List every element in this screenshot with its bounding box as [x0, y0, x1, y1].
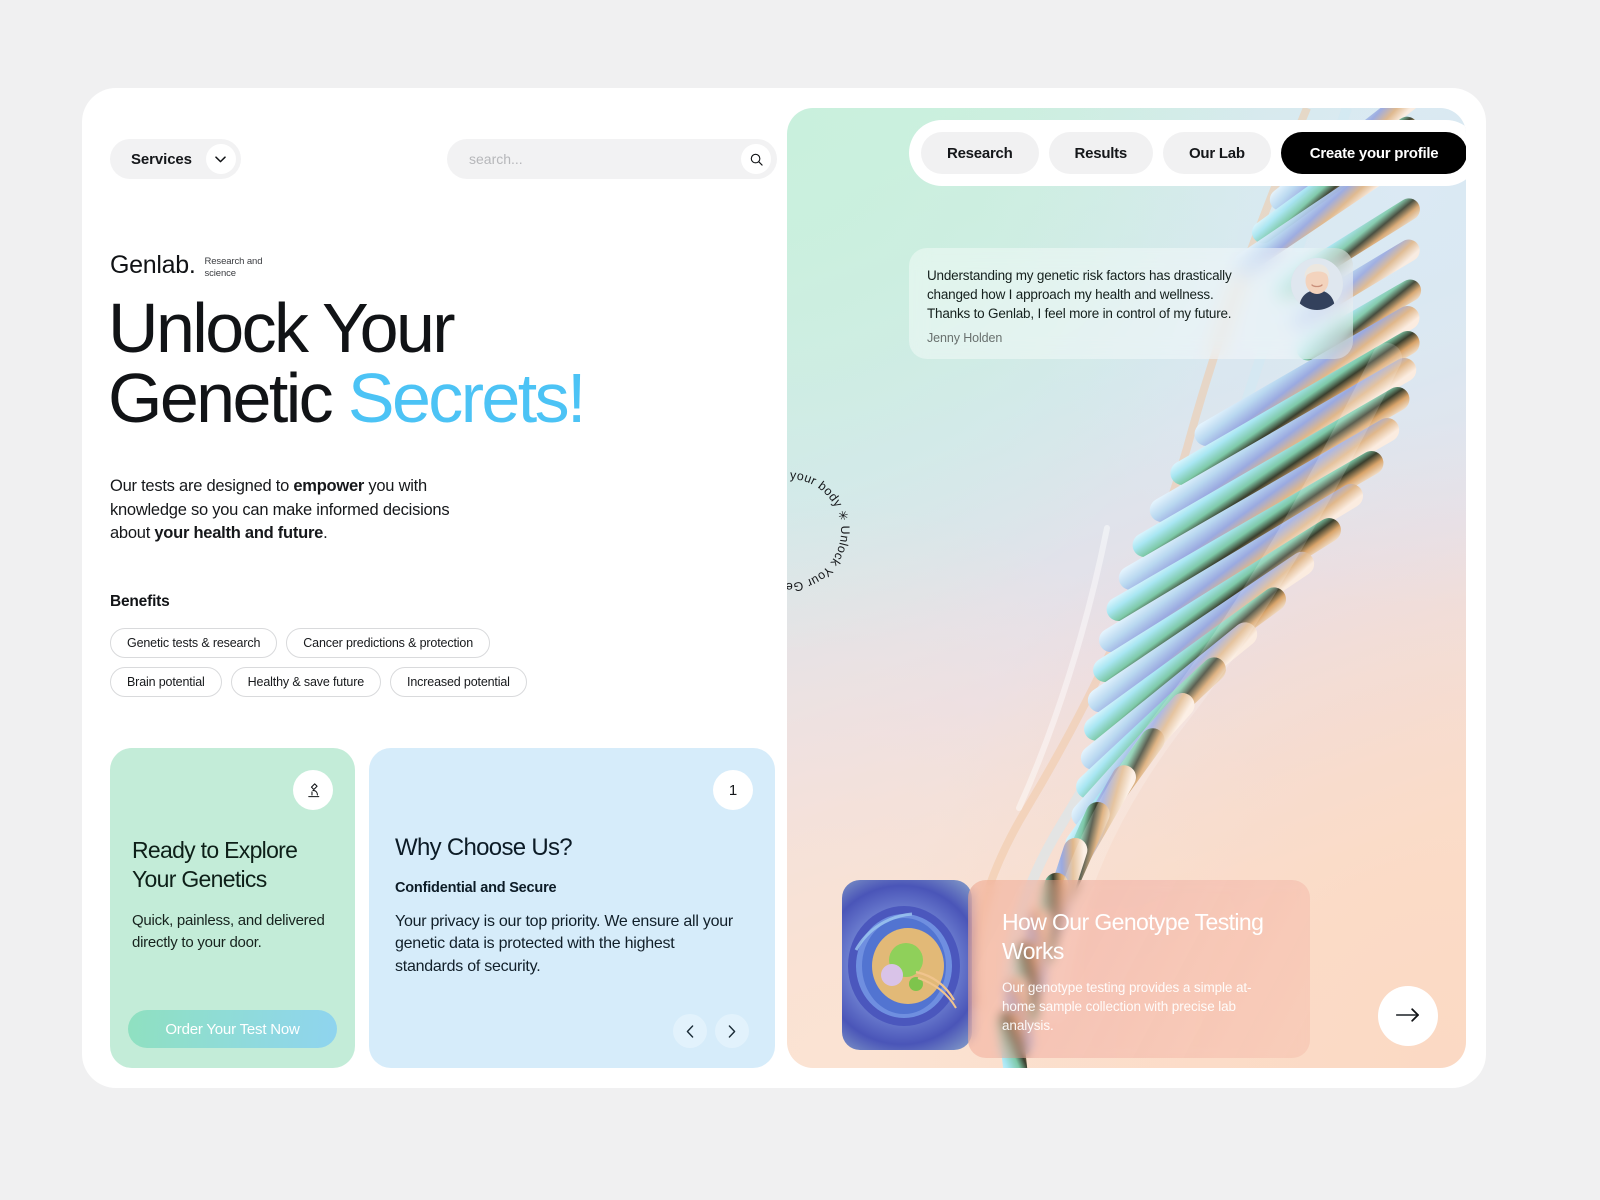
- create-profile-button[interactable]: Create your profile: [1280, 132, 1466, 174]
- benefit-tag[interactable]: Cancer predictions & protection: [286, 628, 491, 658]
- lede-part-3: .: [323, 524, 328, 543]
- benefit-tag[interactable]: Increased potential: [390, 667, 527, 697]
- headline-line-1: Unlock Your: [108, 289, 456, 367]
- benefit-tag[interactable]: Healthy & save future: [230, 667, 382, 697]
- headline-line-2-plain: Genetic: [108, 359, 348, 437]
- search-bar[interactable]: [447, 139, 777, 179]
- services-label: Services: [131, 150, 192, 168]
- genotype-card[interactable]: How Our Genotype Testing Works Our genot…: [968, 880, 1310, 1058]
- lede-bold-2: your health and future: [154, 524, 324, 543]
- explore-card-title: Ready to Explore Your Genetics: [132, 837, 298, 893]
- search-icon[interactable]: [741, 144, 771, 174]
- services-dropdown[interactable]: Services: [110, 139, 241, 179]
- nav-item-research[interactable]: Research: [921, 132, 1039, 174]
- cell-illustration-icon: [842, 880, 972, 1050]
- avatar: [1291, 258, 1343, 310]
- benefits-heading: Benefits: [110, 593, 170, 610]
- lede-bold-1: empower: [293, 477, 365, 495]
- microscope-icon[interactable]: [293, 770, 333, 810]
- circular-tagline-badge: ✳ Decode your body ✳ Unlock Your Genetic…: [787, 463, 857, 599]
- benefit-tag[interactable]: Genetic tests & research: [110, 628, 278, 658]
- circular-badge-text: ✳ Decode your body ✳ Unlock Your Genetic…: [787, 468, 852, 594]
- testimonial-quote: Understanding my genetic risk factors ha…: [927, 268, 1232, 322]
- headline-accent: Secrets!: [347, 359, 587, 437]
- nav-item-our-lab[interactable]: Our Lab: [1162, 132, 1271, 174]
- hero-description: Our tests are designed to empower you wi…: [110, 475, 490, 546]
- chevron-left-icon[interactable]: [673, 1014, 707, 1048]
- genotype-info-block[interactable]: How Our Genotype Testing Works Our genot…: [842, 880, 1310, 1058]
- explore-genetics-card: Ready to Explore Your Genetics Quick, pa…: [110, 748, 355, 1068]
- top-bar: Services: [110, 139, 777, 179]
- brand-tagline: Research and science: [204, 256, 263, 279]
- page-title: Unlock Your Genetic Secrets!: [108, 293, 586, 433]
- genotype-card-title: How Our Genotype Testing Works: [1002, 909, 1264, 965]
- carousel-controls: [673, 1014, 749, 1048]
- slide-number-badge: 1: [713, 770, 753, 810]
- why-card-body: Your privacy is our top priority. We ens…: [395, 913, 733, 975]
- testimonial-card: Understanding my genetic risk factors ha…: [909, 248, 1353, 360]
- benefits-tag-list: Genetic tests & research Cancer predicti…: [110, 628, 530, 697]
- brand-logo[interactable]: Genlab. Research and science: [110, 253, 266, 280]
- feature-cards-row: Ready to Explore Your Genetics Quick, pa…: [110, 748, 775, 1068]
- hero-visual-pane: Research Results Our Lab Create your pro…: [787, 108, 1466, 1068]
- arrow-right-icon: [1395, 1007, 1420, 1025]
- nav-item-results[interactable]: Results: [1048, 132, 1153, 174]
- main-navigation: Research Results Our Lab Create your pro…: [909, 120, 1466, 186]
- lede-part-1: Our tests are designed to: [110, 477, 294, 495]
- why-card-subtitle: Confidential and Secure: [395, 880, 557, 896]
- why-choose-us-card: 1 Why Choose Us? Confidential and Secure…: [369, 748, 775, 1068]
- search-input[interactable]: [469, 151, 741, 167]
- order-test-button[interactable]: Order Your Test Now: [128, 1010, 337, 1048]
- app-shell: Services Genlab. Research and science: [82, 88, 1486, 1088]
- chevron-down-icon[interactable]: [205, 144, 236, 174]
- next-slide-button[interactable]: [1378, 986, 1438, 1046]
- left-pane: Services Genlab. Research and science: [82, 88, 787, 1088]
- explore-card-body: Quick, painless, and delivered directly …: [132, 912, 325, 952]
- testimonial-author: Jenny Holden: [927, 331, 1003, 346]
- benefit-tag[interactable]: Brain potential: [110, 667, 222, 697]
- chevron-right-icon[interactable]: [715, 1014, 749, 1048]
- why-card-title: Why Choose Us?: [395, 834, 573, 861]
- genotype-card-body: Our genotype testing provides a simple a…: [1002, 980, 1252, 1034]
- brand-name: Genlab.: [110, 251, 196, 279]
